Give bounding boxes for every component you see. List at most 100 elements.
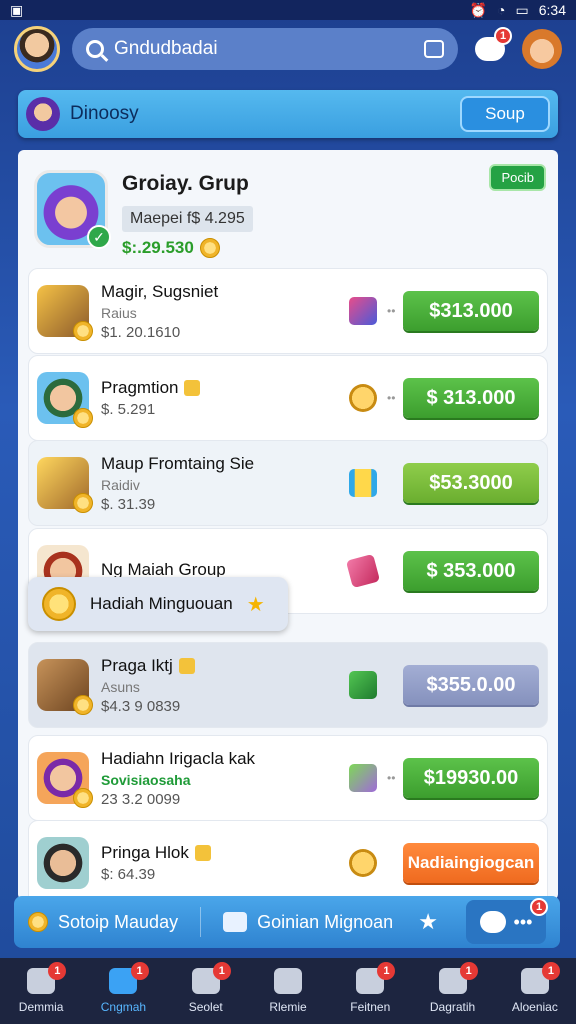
chat-button[interactable]: 1 xyxy=(470,27,512,69)
nav-label: Rlemie xyxy=(269,1000,307,1014)
player-avatar xyxy=(37,372,93,428)
list-item[interactable]: Pringa Hlok $: 64.39 Nadiaingiogcan xyxy=(28,820,548,900)
more-icon: ••• xyxy=(513,911,533,932)
group-title: Dinoosy xyxy=(70,103,139,124)
bonus-icon xyxy=(184,380,201,396)
nav-badge: 1 xyxy=(48,962,67,980)
treasure-chest-icon xyxy=(37,285,93,341)
player-avatar xyxy=(37,752,93,808)
item-name: Magir, Sugsniet xyxy=(101,281,219,301)
action-bar: Sotoip Mauday Goinian Mignoan ★ ••• 1 xyxy=(14,896,560,948)
coin-icon xyxy=(42,587,76,621)
nav-item-social[interactable]: Seolet 1 xyxy=(165,958,247,1024)
list-item[interactable]: Maup Fromtaing Sie Raidiv $. 31.39 $53.3… xyxy=(28,440,548,526)
action-button[interactable]: Nadiaingiogcan xyxy=(403,843,539,883)
list-item[interactable]: Praga Iktj Asuns $4.3 9 0839 $355.0.00 xyxy=(28,642,548,728)
toast-text: Hadiah Minguouan xyxy=(90,594,233,613)
item-value: 23 3.2 0099 xyxy=(101,790,181,808)
item-name: Hadiahn Irigacla kak xyxy=(101,748,256,768)
group-action-button[interactable]: Soup xyxy=(460,96,550,132)
player-avatar xyxy=(37,837,89,889)
nav-item-events[interactable]: Feitnen 1 xyxy=(329,958,411,1024)
chat-more-button[interactable]: ••• 1 xyxy=(466,898,548,944)
battery-icon: ▭ xyxy=(515,1,529,18)
price-button[interactable]: $ 313.000 xyxy=(403,378,539,418)
chat-badge: 1 xyxy=(530,898,548,916)
group-subtitle: Maepei f$ 4.295 xyxy=(122,206,253,232)
item-name: Pringa Hlok xyxy=(101,843,189,862)
coin-icon xyxy=(28,912,48,932)
bottom-nav: Demmia 1 Cngmah 1 Seolet 1 Rlemie Feitne… xyxy=(0,958,576,1024)
group-balance: $:.29.530 xyxy=(122,238,253,258)
divider xyxy=(200,907,202,937)
list-item[interactable]: Magir, Sugsniet Raius $1. 20.1610 •• $31… xyxy=(28,268,548,354)
item-value: $: 64.39 xyxy=(101,866,156,883)
list-item[interactable]: Hadiahn Irigacla kak Sovisiaosaha 23 3.2… xyxy=(28,735,548,821)
price-button[interactable]: $ 353.000 xyxy=(403,551,539,591)
nav-label: Cngmah xyxy=(100,1000,147,1014)
item-value: $. 31.39 xyxy=(101,495,156,513)
list-item[interactable]: Pragmtion $. 5.291 •• $ 313.000 xyxy=(28,355,548,441)
scan-icon[interactable] xyxy=(424,40,444,58)
wifi-icon: ◔ xyxy=(497,2,506,18)
search-input[interactable]: Gndudbadai xyxy=(114,38,414,60)
nav-label: Demmia xyxy=(18,1000,64,1014)
price-button[interactable]: $355.0.00 xyxy=(403,665,539,705)
nav-item-shop[interactable]: Cngmah 1 xyxy=(82,958,164,1024)
nav-item-menu[interactable]: Aloeniac 1 xyxy=(494,958,576,1024)
group-panel: ✓ Groiay. Grup Maepei f$ 4.295 $:.29.530… xyxy=(18,150,558,900)
search-icon xyxy=(86,40,104,58)
nav-label: Dagratih xyxy=(429,1000,476,1014)
character-button[interactable] xyxy=(522,29,562,69)
nav-badge: 1 xyxy=(377,962,396,980)
leaf-icon xyxy=(178,657,195,674)
wooden-crate-icon xyxy=(37,659,93,715)
nav-badge: 1 xyxy=(541,962,560,980)
action-middle[interactable]: Goinian Mignoan xyxy=(223,912,393,933)
coin-icon xyxy=(199,238,220,258)
status-tag[interactable]: Pocib xyxy=(489,164,546,191)
nav-label: Feitnen xyxy=(350,1000,391,1014)
coin-stack-icon xyxy=(349,384,377,412)
clock: 6:34 xyxy=(538,2,566,18)
more-dots-icon: •• xyxy=(387,304,396,318)
profile-avatar[interactable] xyxy=(14,26,60,72)
reward-toast[interactable]: Hadiah Minguouan ★ xyxy=(28,577,288,631)
chat-icon xyxy=(479,911,506,933)
status-bar: ▣ ⏰ ◔ ▭ 6:34 xyxy=(0,0,576,20)
group-bar: Dinoosy Soup xyxy=(18,90,558,138)
monkey-avatar-icon xyxy=(522,29,562,69)
price-button[interactable]: $53.3000 xyxy=(403,463,539,503)
nav-badge: 1 xyxy=(130,962,149,980)
price-button[interactable]: $313.000 xyxy=(403,291,539,331)
gem-icon xyxy=(194,845,211,861)
gem-icon xyxy=(73,493,93,513)
item-name-wrap: Pringa Hlok xyxy=(101,843,301,863)
app-indicator-icon: ▣ xyxy=(10,1,24,18)
item-value: $1. 20.1610 xyxy=(101,323,181,341)
nav-item-home[interactable]: Demmia 1 xyxy=(0,958,82,1024)
coin-icon xyxy=(73,321,93,341)
star-icon[interactable]: ★ xyxy=(418,909,438,935)
action-left-label: Sotoip Mauday xyxy=(58,911,179,932)
action-left[interactable]: Sotoip Mauday xyxy=(28,912,178,933)
group-leader-avatar: ✓ xyxy=(34,170,111,249)
honey-jar-icon xyxy=(349,469,377,497)
group-name: Groiay. Grup xyxy=(122,172,249,195)
search-bar[interactable]: Gndudbadai xyxy=(72,28,458,70)
verified-icon: ✓ xyxy=(87,225,111,249)
more-dots-icon: •• xyxy=(387,771,396,785)
nav-label: Seolet xyxy=(188,1000,223,1014)
gold-chest-icon xyxy=(37,457,93,513)
nav-badge: 1 xyxy=(459,962,478,980)
cube-gift-icon xyxy=(349,764,377,792)
price-button[interactable]: $19930.00 xyxy=(403,758,539,798)
nav-item-messages[interactable]: Dagratih 1 xyxy=(411,958,493,1024)
item-label: Raius xyxy=(101,304,137,321)
group-avatar xyxy=(26,97,60,131)
item-label: Asuns xyxy=(101,678,140,695)
item-name: Praga Iktj xyxy=(101,655,173,675)
nav-item-play[interactable]: Rlemie xyxy=(247,958,329,1024)
item-name: Pragmtion xyxy=(101,378,179,397)
group-header-card: ✓ Groiay. Grup Maepei f$ 4.295 $:.29.530… xyxy=(18,150,558,260)
